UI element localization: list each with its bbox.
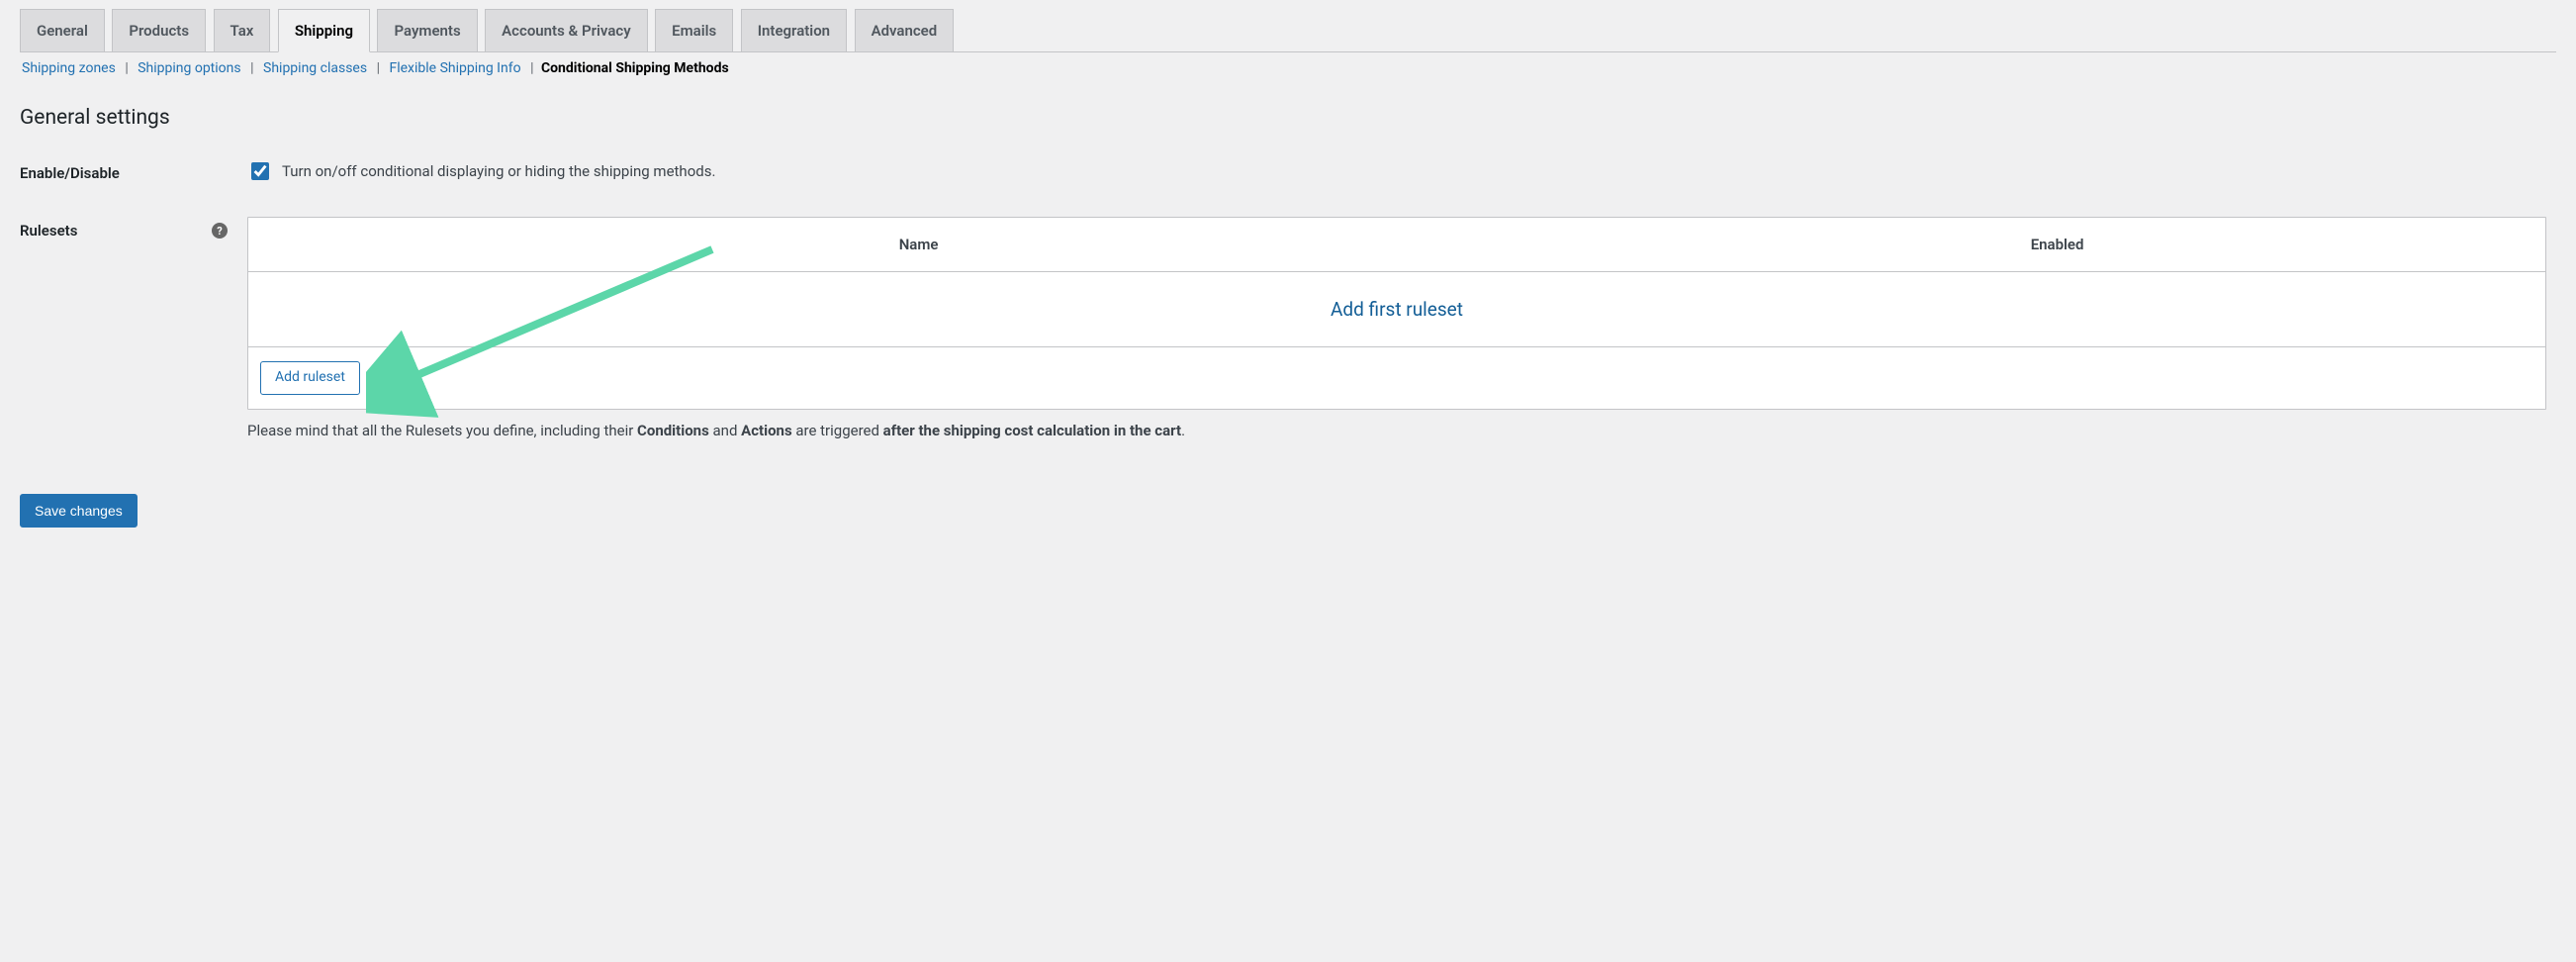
add-ruleset-button[interactable]: Add ruleset [260,361,360,395]
subtab-shipping-classes[interactable]: Shipping classes [261,60,369,76]
column-enabled: Enabled [1579,236,2535,253]
enable-checkbox[interactable] [251,162,269,180]
separator: | [125,60,128,76]
tab-general[interactable]: General [20,9,105,51]
rulesets-notice: Please mind that all the Rulesets you de… [247,422,2546,439]
rulesets-panel: Name Enabled Add first ruleset Add rules… [247,217,2546,410]
subtab-shipping-options[interactable]: Shipping options [136,60,242,76]
rulesets-footer: Add ruleset [248,347,2545,409]
tab-integration[interactable]: Integration [741,9,847,51]
rulesets-header: Name Enabled [248,218,2545,272]
rulesets-label: Rulesets [20,222,77,240]
tab-products[interactable]: Products [112,9,206,51]
save-changes-button[interactable]: Save changes [20,494,138,528]
column-name: Name [258,236,1579,253]
section-title: General settings [20,106,2556,130]
separator: | [530,60,533,76]
tab-shipping[interactable]: Shipping [278,9,370,52]
enable-description: Turn on/off conditional displaying or hi… [282,162,715,180]
separator: | [377,60,380,76]
subtab-flexible-shipping-info[interactable]: Flexible Shipping Info [387,60,522,76]
add-first-ruleset-link[interactable]: Add first ruleset [1331,298,1463,321]
shipping-subtabs: Shipping zones | Shipping options | Ship… [20,60,2556,76]
tab-accounts-privacy[interactable]: Accounts & Privacy [485,9,648,51]
tab-emails[interactable]: Emails [655,9,733,51]
settings-tabs: General Products Tax Shipping Payments A… [20,0,2556,52]
tab-payments[interactable]: Payments [377,9,477,51]
separator: | [250,60,253,76]
help-icon[interactable]: ? [212,223,228,239]
settings-form: Enable/Disable Turn on/off conditional d… [20,144,2556,454]
tab-advanced[interactable]: Advanced [855,9,955,51]
subtab-conditional-shipping-methods: Conditional Shipping Methods [541,60,729,76]
tab-tax[interactable]: Tax [214,9,271,51]
rulesets-empty-row: Add first ruleset [248,272,2545,347]
subtab-shipping-zones[interactable]: Shipping zones [20,60,118,76]
enable-field[interactable]: Turn on/off conditional displaying or hi… [247,159,2546,183]
enable-label: Enable/Disable [20,144,237,202]
